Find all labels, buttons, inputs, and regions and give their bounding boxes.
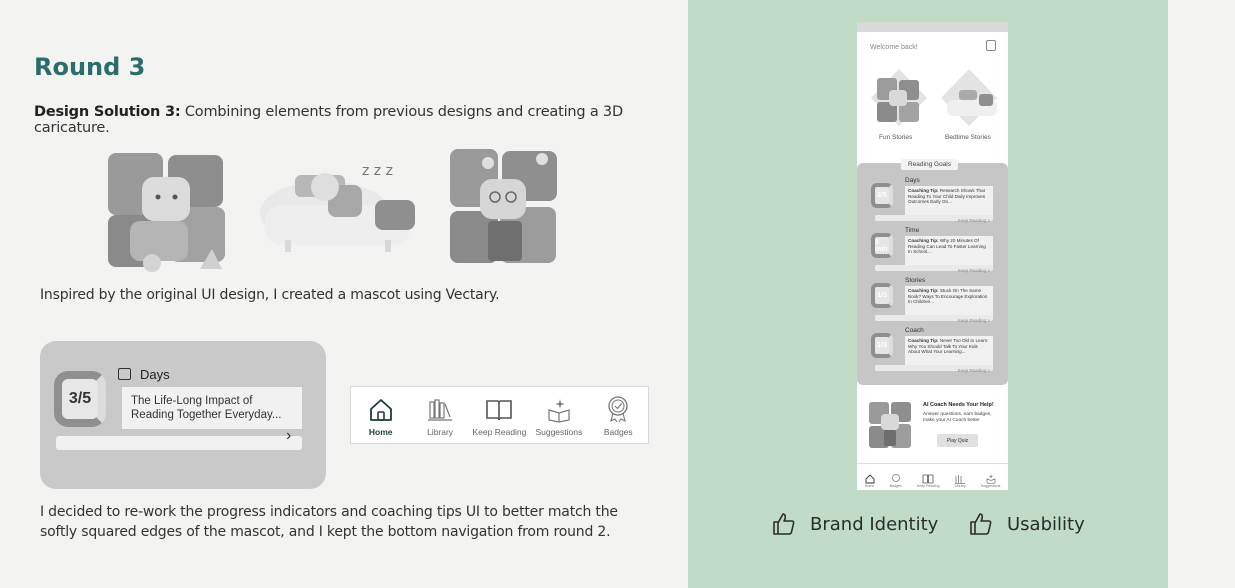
nav-label: Badges xyxy=(603,427,633,437)
goal-progress-ring: 3/5 xyxy=(871,183,893,208)
goal-coach[interactable]: 1/3 Coach Coaching Tip: Never Too Old to… xyxy=(871,327,993,375)
ai-coach-title: AI Coach Needs Your Help! xyxy=(923,402,994,408)
goal-time[interactable]: 5 min Time Coaching Tip: Why 20 Minutes … xyxy=(871,227,993,275)
nav-label: Keep Reading xyxy=(472,427,527,437)
bedtime-stories-image xyxy=(941,69,997,126)
rating-usability: Usability xyxy=(969,512,1085,536)
home-icon xyxy=(865,474,874,484)
fun-stories-image xyxy=(871,69,927,126)
chevron-right-icon[interactable]: › xyxy=(286,427,291,445)
mascot-reading-image xyxy=(869,402,911,448)
reading-goals-label: Reading Goals xyxy=(901,159,958,170)
nav-suggestions[interactable]: Suggestions xyxy=(530,397,588,437)
bedtime-stories-label[interactable]: Bedtime Stories xyxy=(945,134,991,141)
goal-progress-ring: 1/3 xyxy=(871,283,893,308)
rating-brand-identity: Brand Identity xyxy=(772,512,938,536)
rating-label: Usability xyxy=(1007,513,1085,535)
case-study-panel: Round 3 Design Solution 3: Combining ele… xyxy=(0,0,688,588)
thumbs-up-icon xyxy=(970,513,992,535)
mascot-reading-image xyxy=(450,149,557,263)
page-title: Round 3 xyxy=(34,53,146,81)
svg-text:z z z: z z z xyxy=(362,163,393,179)
sparkle-book-icon xyxy=(986,474,995,484)
goal-title: Stories xyxy=(905,277,926,284)
phone-nav-home[interactable]: Home xyxy=(865,474,875,488)
story-card-images xyxy=(871,69,997,126)
library-icon xyxy=(428,399,453,421)
profile-icon[interactable] xyxy=(986,40,996,51)
keep-reading-link[interactable]: Keep Reading > xyxy=(958,368,990,373)
tip-footer xyxy=(56,436,302,450)
nav-home[interactable]: Home xyxy=(352,397,410,437)
ai-coach-card: AI Coach Needs Your Help! Answer questio… xyxy=(857,392,1008,462)
keep-reading-link[interactable]: Keep Reading > xyxy=(958,218,990,223)
badge-icon xyxy=(608,396,628,423)
library-icon xyxy=(955,475,966,484)
phone-bottom-nav: Home Badges Keep Reading Library Suggest… xyxy=(857,463,1008,490)
status-bar xyxy=(857,22,1008,32)
design-solution-text: Design Solution 3: Combining elements fr… xyxy=(34,104,688,136)
nav-label: Home xyxy=(368,427,393,437)
nav-keep-reading[interactable]: Keep Reading xyxy=(470,397,528,437)
goal-days[interactable]: 3/5 Days Coaching Tip: Research Shows Th… xyxy=(871,177,993,225)
goal-title: Time xyxy=(905,227,920,234)
mascot-sitting-image xyxy=(108,153,225,272)
goal-title: Coach xyxy=(905,327,924,334)
keep-reading-link[interactable]: Keep Reading > xyxy=(958,268,990,273)
progress-caption: I decided to re-work the progress indica… xyxy=(40,504,618,541)
coaching-tip[interactable]: The Life-Long Impact of Reading Together… xyxy=(122,387,302,429)
sparkle-book-icon xyxy=(548,399,570,423)
phone-nav-library[interactable]: Library xyxy=(955,474,966,488)
goal-progress-ring: 1/3 xyxy=(871,333,893,358)
calendar-icon xyxy=(118,368,131,380)
nav-badges[interactable]: Badges xyxy=(589,395,647,437)
thumbs-up-icon xyxy=(773,513,795,535)
phone-nav-badges[interactable]: Badges xyxy=(890,474,902,488)
book-icon xyxy=(486,400,513,421)
phone-nav-keep-reading[interactable]: Keep Reading xyxy=(917,474,940,488)
keep-reading-link[interactable]: Keep Reading > xyxy=(958,318,990,323)
phone-nav-suggestions[interactable]: Suggestions xyxy=(981,474,1000,488)
page-margin xyxy=(1168,0,1235,588)
play-quiz-button[interactable]: Play Quiz xyxy=(937,434,978,447)
goal-title: Days xyxy=(905,177,920,184)
mascot-renders: z z z xyxy=(108,149,557,272)
mascot-caption: Inspired by the original UI design, I cr… xyxy=(40,287,500,303)
solution-label: Design Solution 3: xyxy=(34,104,181,120)
mascot-sleeping-image: z z z xyxy=(260,163,415,252)
goal-label: Days xyxy=(140,367,170,382)
reading-goals-section: Reading Goals 3/5 Days Coaching Tip: Res… xyxy=(857,159,1008,385)
welcome-text: Welcome back! xyxy=(870,44,918,51)
goal-stories[interactable]: 1/3 Stories Coaching Tip: Stuck On The S… xyxy=(871,277,993,325)
fun-stories-label[interactable]: Fun Stories xyxy=(879,134,912,141)
bottom-navigation-preview: Home Library Keep Reading Suggestions Ba… xyxy=(350,386,649,444)
badge-icon xyxy=(891,474,900,482)
goal-progress-ring: 5 min xyxy=(871,233,893,258)
nav-label: Suggestions xyxy=(535,427,583,437)
nav-library[interactable]: Library xyxy=(411,397,469,437)
nav-label: Library xyxy=(427,427,454,437)
home-icon xyxy=(369,399,392,421)
phone-mockup: Welcome back! Fun Stories Bedtime Storie… xyxy=(857,22,1008,490)
rating-label: Brand Identity xyxy=(810,513,939,535)
progress-card-preview: 3/5 Days The Life-Long Impact of Reading… xyxy=(40,341,326,489)
book-icon xyxy=(922,474,934,484)
ai-coach-subtitle: Answer questions, earn badges, make your… xyxy=(923,412,992,423)
progress-ring: 3/5 xyxy=(54,371,106,427)
